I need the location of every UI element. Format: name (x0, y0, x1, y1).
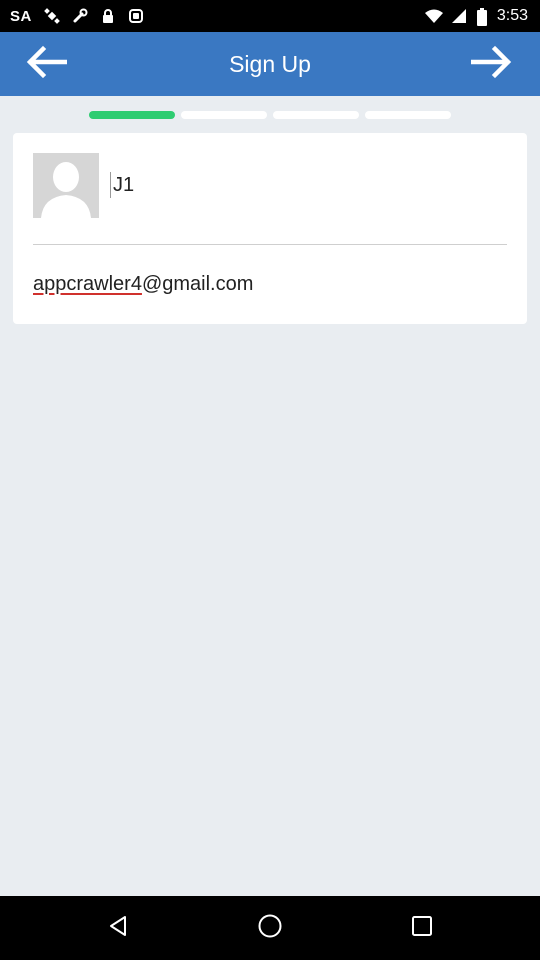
back-button[interactable] (22, 40, 70, 88)
signup-progress (89, 111, 451, 119)
progress-step-3 (273, 111, 359, 119)
lock-icon (100, 8, 116, 24)
next-button[interactable] (468, 40, 516, 88)
progress-step-2 (181, 111, 267, 119)
email-input-value-domain: @gmail.com (141, 273, 254, 295)
avatar-picker[interactable] (33, 153, 99, 218)
system-back-button[interactable] (94, 904, 142, 952)
signal-icon (451, 8, 467, 24)
home-circle-icon (257, 913, 283, 944)
progress-step-4 (365, 111, 451, 119)
email-input-value-user: appcrawler4 (33, 273, 142, 295)
back-triangle-icon (106, 914, 130, 943)
text-cursor (110, 172, 111, 198)
notification-icon (128, 8, 144, 24)
page-title: Sign Up (229, 51, 311, 77)
field-divider (33, 244, 507, 245)
arrow-right-icon (470, 45, 513, 84)
wifi-icon (424, 8, 443, 24)
system-home-button[interactable] (246, 904, 294, 952)
recents-square-icon (410, 914, 434, 943)
satellite-icon (44, 8, 60, 24)
app-bar: Sign Up (0, 32, 540, 96)
status-right: 3:53 (424, 0, 528, 32)
arrow-left-icon (25, 45, 68, 84)
clock: 3:53 (496, 7, 528, 24)
battery-icon (476, 8, 487, 26)
profile-card: J1 appcrawler4@gmail.com (13, 133, 527, 324)
system-recents-button[interactable] (398, 904, 446, 952)
name-input-value: J1 (113, 173, 135, 196)
progress-step-1 (89, 111, 175, 119)
status-bar: SA 3:53 (0, 0, 540, 32)
name-input[interactable]: J1 (110, 163, 510, 207)
status-left: SA (10, 0, 144, 32)
user-silhouette-icon (33, 153, 99, 218)
carrier-label: SA (10, 7, 32, 25)
signup-screen: SA 3:53 Sign Up J1 appcrawler4@gmail.com (0, 0, 540, 960)
email-input[interactable]: appcrawler4@gmail.com (33, 273, 253, 296)
system-nav-bar (0, 896, 540, 960)
wrench-icon (72, 8, 88, 24)
